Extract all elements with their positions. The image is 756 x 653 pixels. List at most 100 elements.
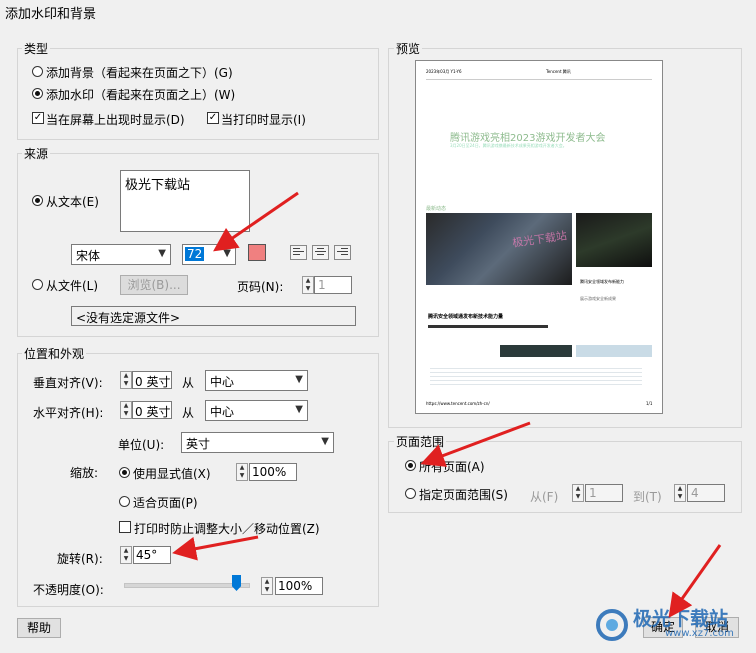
from-file-label[interactable]: 从文件(L) bbox=[46, 277, 98, 294]
preview-news-title: 腾讯安全领域通发布新技术能力量 bbox=[428, 314, 504, 320]
rotation-input[interactable]: 45° bbox=[133, 546, 171, 564]
specified-range-label[interactable]: 指定页面范围(S) bbox=[419, 486, 508, 503]
page-range-label: 页面范围 bbox=[394, 433, 447, 450]
horizontal-anchor-select[interactable]: 中心 ▼ bbox=[205, 400, 308, 421]
show-on-print-checkbox[interactable]: ✓ bbox=[207, 112, 219, 124]
preview-photo-side bbox=[576, 213, 652, 267]
vertical-align-stepper[interactable]: ▲ ▼ bbox=[120, 371, 132, 389]
preview-doc-subtitle: 3月20日至24日，腾讯游戏携最新技术成果亮相游戏开发者大会。 bbox=[450, 143, 567, 148]
opacity-slider-track[interactable] bbox=[124, 583, 250, 588]
add-watermark-label[interactable]: 添加水印（看起来在页面之上）(W) bbox=[46, 86, 235, 103]
preview-label: 预览 bbox=[394, 40, 423, 57]
vertical-from-label: 从 bbox=[182, 376, 195, 390]
from-text-radio[interactable] bbox=[32, 195, 43, 206]
opacity-label: 不透明度(O): bbox=[33, 583, 104, 597]
range-from-value: 1 bbox=[589, 486, 597, 500]
range-from-label: 从(F) bbox=[530, 490, 559, 504]
range-to-value: 4 bbox=[691, 486, 699, 500]
add-background-radio[interactable] bbox=[32, 66, 43, 77]
source-group-label: 来源 bbox=[22, 145, 51, 162]
preview-doc-title: 腾讯游戏亮相2023游戏开发者大会 bbox=[450, 133, 606, 144]
unit-value: 英寸 bbox=[186, 437, 211, 451]
show-on-screen-label[interactable]: 当在屏幕上出现时显示(D) bbox=[46, 111, 185, 128]
watermark-text-value: 极光下载站 bbox=[125, 178, 191, 193]
add-watermark-radio[interactable] bbox=[32, 88, 43, 99]
window-title: 添加水印和背景 bbox=[5, 7, 97, 22]
scale-value: 100% bbox=[252, 465, 287, 479]
unit-label: 单位(U): bbox=[118, 438, 165, 452]
horizontal-align-input[interactable]: 0 英寸 bbox=[132, 401, 172, 419]
use-display-value-radio[interactable] bbox=[119, 467, 130, 478]
horizontal-from-label: 从 bbox=[182, 406, 195, 420]
page-number-label: 页码(N): bbox=[237, 280, 284, 294]
fit-page-label[interactable]: 适合页面(P) bbox=[133, 494, 198, 511]
scale-stepper[interactable]: ▲ ▼ bbox=[236, 463, 248, 481]
prevent-resize-checkbox[interactable] bbox=[119, 521, 131, 533]
page-number-stepper[interactable]: ▲ ▼ bbox=[302, 276, 314, 294]
preview-card-title: 腾讯安全领域发布新能力 bbox=[580, 279, 624, 284]
preview-header-rule bbox=[426, 79, 652, 80]
watermark-text-area[interactable]: 极光下载站 bbox=[120, 170, 250, 232]
font-select[interactable]: 宋体 ▼ bbox=[71, 244, 171, 265]
range-to-input[interactable]: 4 bbox=[687, 484, 725, 502]
font-size-select[interactable]: 72 ▼ bbox=[182, 244, 236, 265]
show-on-print-label[interactable]: 当打印时显示(I) bbox=[221, 111, 306, 128]
prevent-resize-label[interactable]: 打印时防止调整大小／移动位置(Z) bbox=[134, 520, 320, 537]
rotation-label: 旋转(R): bbox=[57, 552, 103, 566]
range-to-stepper[interactable]: ▲ ▼ bbox=[674, 484, 686, 502]
font-value: 宋体 bbox=[76, 249, 101, 263]
range-to-label: 到(T) bbox=[633, 490, 662, 504]
source-file-path: <没有选定源文件> bbox=[71, 306, 356, 326]
browse-button[interactable]: 浏览(B)... bbox=[120, 275, 188, 295]
all-pages-radio[interactable] bbox=[405, 460, 416, 471]
opacity-value: 100% bbox=[278, 579, 313, 593]
horizontal-align-stepper[interactable]: ▲ ▼ bbox=[120, 401, 132, 419]
chevron-down-icon: ▼ bbox=[158, 248, 166, 259]
align-center-icon[interactable] bbox=[312, 245, 329, 260]
specified-range-radio[interactable] bbox=[405, 488, 416, 499]
vertical-align-input[interactable]: 0 英寸 bbox=[132, 371, 172, 389]
page-number-value: 1 bbox=[318, 278, 326, 292]
horizontal-align-label: 水平对齐(H): bbox=[33, 406, 104, 420]
preview-header-right: Tencent 腾讯 bbox=[546, 69, 571, 74]
preview-footer-right: 1/1 bbox=[646, 401, 653, 406]
align-right-icon[interactable] bbox=[334, 245, 351, 260]
vertical-align-label: 垂直对齐(V): bbox=[33, 376, 103, 390]
use-display-value-label[interactable]: 使用显式值(X) bbox=[133, 465, 211, 482]
page-number-input[interactable]: 1 bbox=[314, 276, 352, 294]
unit-select[interactable]: 英寸 ▼ bbox=[181, 432, 334, 453]
from-text-label[interactable]: 从文本(E) bbox=[46, 193, 99, 210]
site-logo: 极光下载站 www.xz7.com bbox=[595, 600, 755, 650]
add-background-label[interactable]: 添加背景（看起来在页面之下）(G) bbox=[46, 64, 233, 81]
scale-label: 缩放: bbox=[70, 466, 99, 480]
fit-page-radio[interactable] bbox=[119, 496, 130, 507]
horizontal-align-value: 0 英寸 bbox=[135, 405, 171, 419]
help-button[interactable]: 帮助 bbox=[17, 618, 61, 638]
vertical-align-value: 0 英寸 bbox=[135, 375, 171, 389]
preview-photo-main bbox=[426, 213, 572, 285]
preview-thumb-1 bbox=[500, 345, 572, 357]
chevron-down-icon: ▼ bbox=[321, 436, 329, 447]
vertical-anchor-select[interactable]: 中心 ▼ bbox=[205, 370, 308, 391]
opacity-input[interactable]: 100% bbox=[275, 577, 323, 595]
scale-input[interactable]: 100% bbox=[249, 463, 297, 481]
font-size-value: 72 bbox=[185, 247, 205, 261]
logo-text: 极光下载站 bbox=[633, 608, 729, 630]
show-on-screen-checkbox[interactable]: ✓ bbox=[32, 112, 44, 124]
rotation-stepper[interactable]: ▲ ▼ bbox=[120, 546, 132, 564]
all-pages-label[interactable]: 所有页面(A) bbox=[419, 458, 485, 475]
from-file-radio[interactable] bbox=[32, 279, 43, 290]
rotation-value: 45° bbox=[136, 548, 158, 562]
opacity-stepper[interactable]: ▲ ▼ bbox=[261, 577, 273, 595]
chevron-down-icon: ▼ bbox=[223, 248, 231, 259]
logo-swirl-icon bbox=[596, 609, 628, 641]
range-from-stepper[interactable]: ▲ ▼ bbox=[572, 484, 584, 502]
position-group-label: 位置和外观 bbox=[22, 345, 87, 362]
align-left-icon[interactable] bbox=[290, 245, 307, 260]
horizontal-anchor-value: 中心 bbox=[210, 405, 235, 419]
color-swatch[interactable] bbox=[248, 244, 266, 261]
vertical-anchor-value: 中心 bbox=[210, 375, 235, 389]
range-from-input[interactable]: 1 bbox=[585, 484, 623, 502]
type-group-label: 类型 bbox=[22, 40, 51, 57]
preview-section: 最新动态 bbox=[426, 206, 447, 212]
